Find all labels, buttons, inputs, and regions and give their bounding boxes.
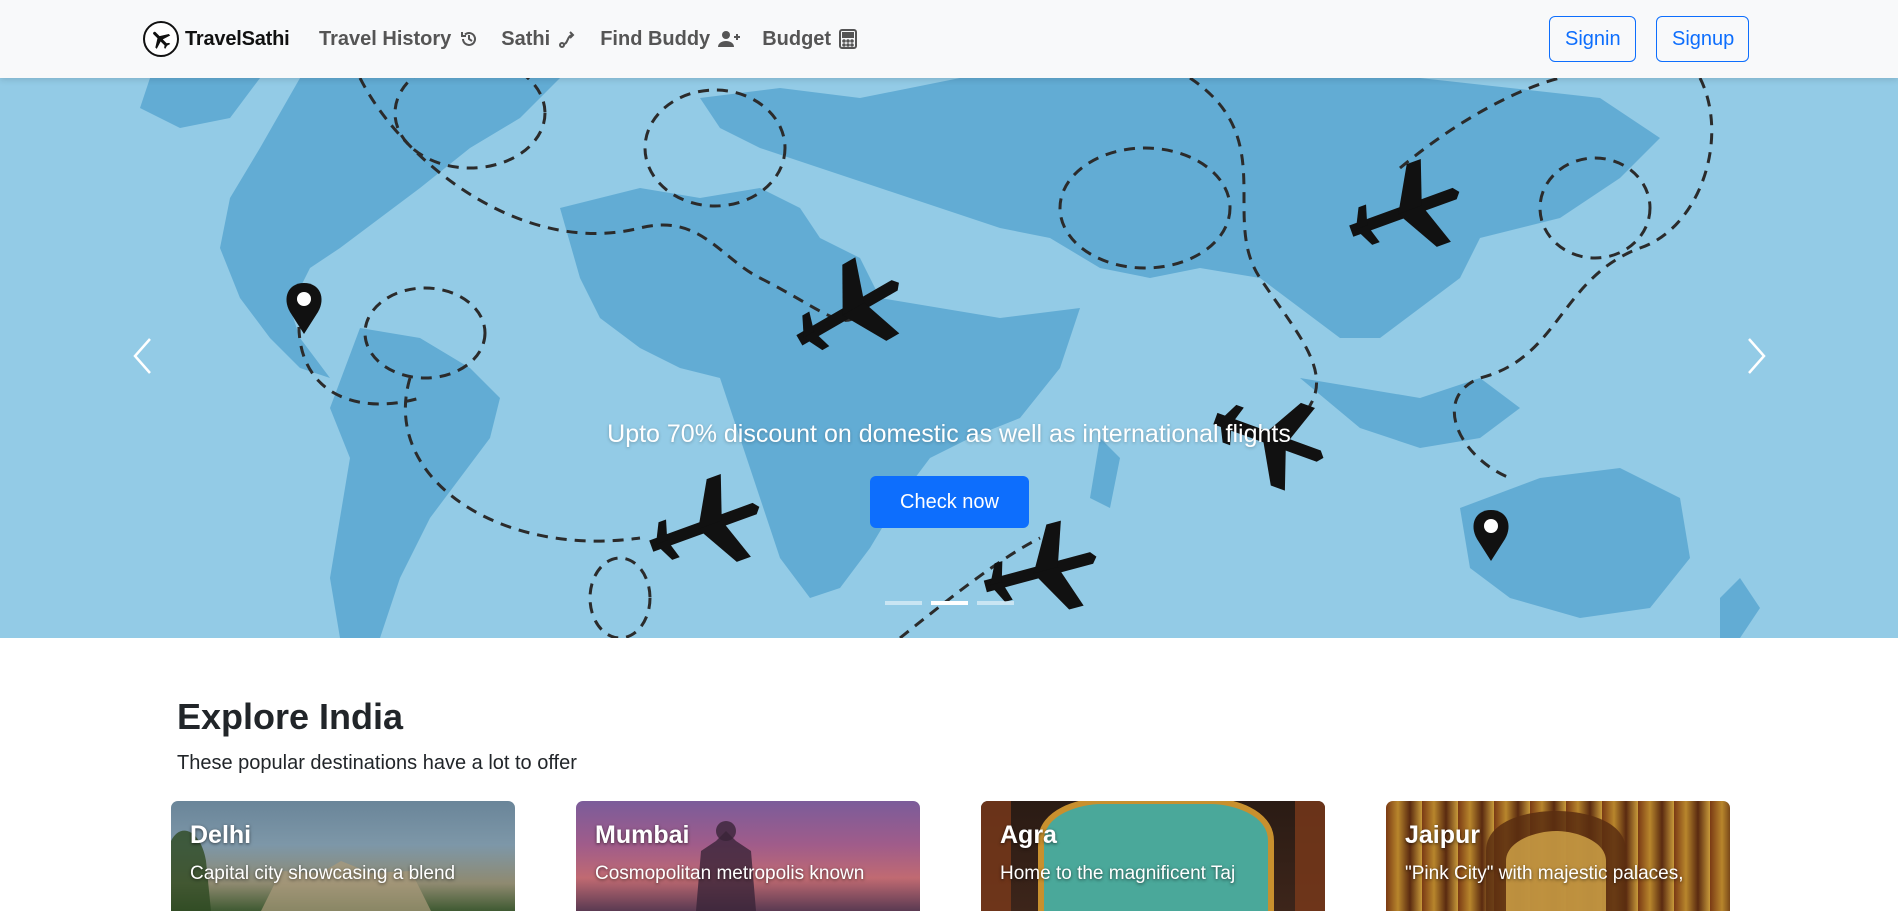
card-title: Mumbai — [595, 821, 690, 849]
airplane-logo-icon — [143, 21, 179, 57]
mumbai-photo — [576, 801, 920, 911]
brand-name: TravelSathi — [185, 27, 290, 50]
explore-title: Explore India — [177, 696, 404, 737]
nav-sathi-label: Sathi — [501, 27, 551, 50]
check-now-button[interactable]: Check now — [870, 476, 1029, 528]
signup-button[interactable]: Signup — [1656, 16, 1749, 62]
hero-carousel: Upto 70% discount on domestic as well as… — [0, 78, 1898, 638]
card-description: Capital city showcasing a blend — [190, 863, 456, 884]
card-description: "Pink City" with majestic palaces, — [1405, 863, 1684, 884]
route-icon — [558, 29, 578, 49]
world-map-flight-routes-image — [0, 78, 1898, 638]
nav-find-buddy[interactable]: Find Buddy — [600, 27, 741, 51]
destination-card-agra[interactable]: Agra Home to the magnificent Taj — [981, 801, 1325, 911]
card-title: Agra — [1000, 821, 1057, 849]
card-description: Home to the magnificent Taj — [1000, 863, 1236, 884]
nav-travel-history-label: Travel History — [319, 27, 452, 50]
card-title: Jaipur — [1405, 821, 1481, 849]
brand-link[interactable]: TravelSathi — [143, 20, 290, 58]
nav-links: Travel History Sathi Find Buddy Budget — [319, 0, 879, 78]
destination-card-delhi[interactable]: Delhi Capital city showcasing a blend — [171, 801, 515, 911]
nav-sathi[interactable]: Sathi — [501, 28, 578, 51]
nav-budget[interactable]: Budget — [762, 27, 858, 51]
carousel-prev-button[interactable] — [122, 328, 162, 388]
signin-button[interactable]: Signin — [1549, 16, 1636, 62]
calculator-icon — [839, 29, 858, 49]
card-title: Delhi — [190, 821, 252, 849]
nav-find-buddy-label: Find Buddy — [600, 27, 711, 50]
explore-subtitle: These popular destinations have a lot to… — [177, 752, 577, 774]
history-icon — [459, 29, 479, 49]
destination-card-jaipur[interactable]: Jaipur "Pink City" with majestic palaces… — [1386, 801, 1730, 911]
chevron-left-icon — [131, 336, 153, 381]
navbar: TravelSathi Travel History Sathi Find Bu… — [0, 0, 1898, 78]
carousel-indicator-1[interactable] — [885, 601, 922, 605]
nav-travel-history[interactable]: Travel History — [319, 28, 479, 51]
nav-budget-label: Budget — [762, 27, 832, 50]
chevron-right-icon — [1746, 336, 1768, 381]
agra-photo — [981, 801, 1325, 911]
card-description: Cosmopolitan metropolis known — [595, 863, 865, 884]
user-plus-icon — [718, 29, 741, 49]
carousel-indicators — [885, 601, 1023, 605]
carousel-indicator-3[interactable] — [977, 601, 1014, 605]
delhi-photo — [171, 801, 515, 911]
carousel-caption: Upto 70% discount on domestic as well as… — [607, 420, 1291, 448]
destination-card-mumbai[interactable]: Mumbai Cosmopolitan metropolis known — [576, 801, 920, 911]
carousel-next-button[interactable] — [1737, 328, 1777, 388]
jaipur-photo — [1386, 801, 1730, 911]
carousel-indicator-2[interactable] — [931, 601, 968, 605]
